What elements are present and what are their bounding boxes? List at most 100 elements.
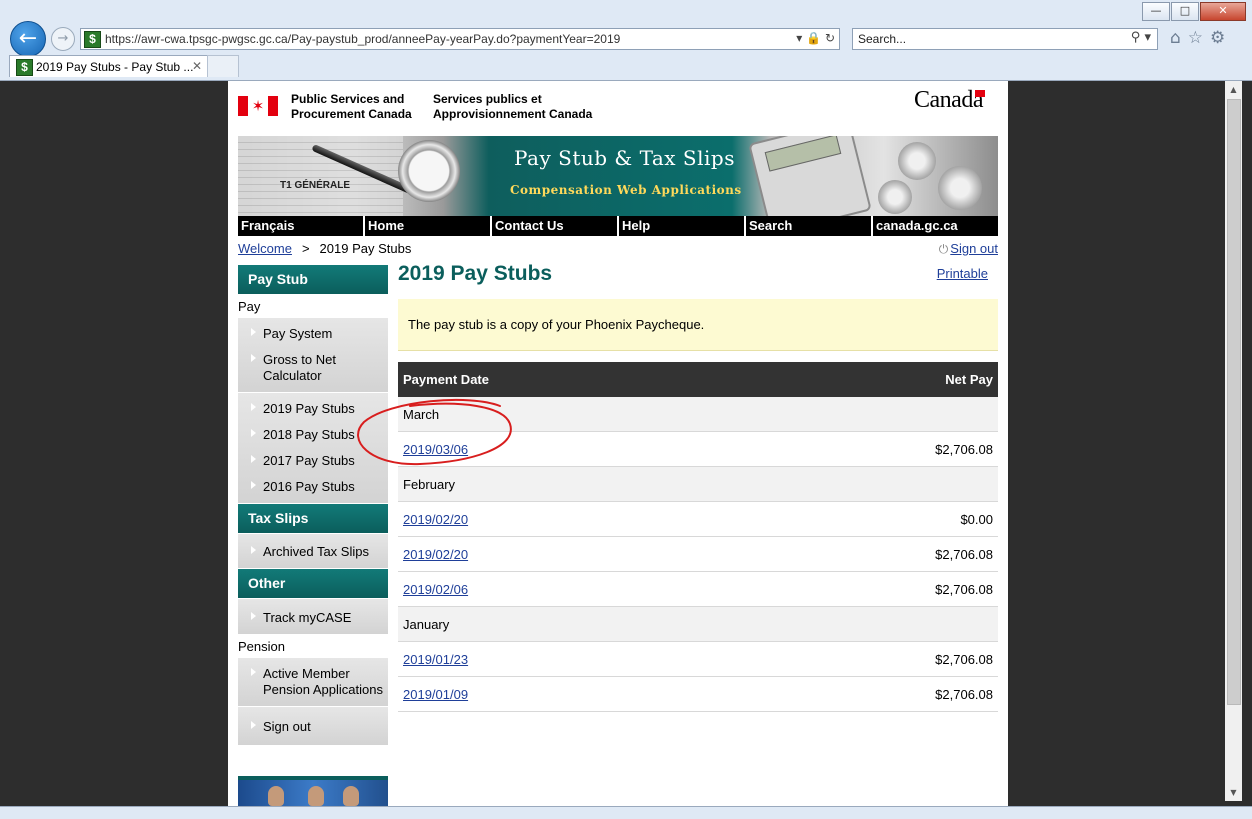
dollar-favicon-icon: $	[16, 59, 33, 76]
nav-group-tax-slips: Archived Tax Slips	[238, 534, 388, 569]
signout-link[interactable]: ⏻ Sign out	[939, 241, 998, 257]
window-controls: — □ ✕	[1141, 2, 1246, 21]
scrollbar-thumb[interactable]	[1227, 99, 1241, 705]
nav-link-2018-pay-stubs[interactable]: 2018 Pay Stubs	[238, 425, 388, 445]
banner-title: Pay Stub & Tax Slips	[514, 146, 735, 170]
arrow-icon	[251, 354, 256, 362]
calculator-image	[748, 136, 872, 216]
arrow-icon	[251, 455, 256, 463]
search-controls: ⚲ ▾	[1131, 30, 1151, 45]
pay-date-link[interactable]: 2019/01/09	[403, 687, 468, 702]
nav-link-gross-to-net[interactable]: Gross to Net Calculator	[238, 350, 388, 386]
dollar-favicon-icon: $	[84, 31, 101, 48]
back-arrow-icon: ←	[18, 26, 38, 51]
refresh-icon[interactable]: ↻	[825, 31, 835, 45]
column-header-net-pay: Net Pay	[749, 362, 998, 397]
search-input[interactable]	[858, 31, 1108, 46]
nav-canada-gc-ca[interactable]: canada.gc.ca	[873, 216, 998, 236]
banner-subtitle: Compensation Web Applications	[510, 183, 742, 197]
nav-group-other: Track myCASE	[238, 599, 388, 635]
nav-link-active-member-pension[interactable]: Active Member Pension Applications	[238, 664, 388, 700]
maximize-button[interactable]: □	[1171, 2, 1199, 21]
tab-title: 2019 Pay Stubs - Pay Stub ...	[36, 60, 194, 74]
breadcrumb-welcome-link[interactable]: Welcome	[238, 241, 292, 256]
column-header-payment-date: Payment Date	[398, 362, 750, 397]
close-button[interactable]: ✕	[1200, 2, 1246, 21]
forward-arrow-icon: →	[57, 31, 69, 46]
pay-date-link[interactable]: 2019/02/06	[403, 582, 468, 597]
arrow-icon	[251, 612, 256, 620]
net-pay-amount: $2,706.08	[749, 571, 998, 607]
pay-date-link[interactable]: 2019/02/20	[403, 512, 468, 527]
forward-button[interactable]: →	[51, 27, 75, 51]
toolbar-icons: ⌂☆⚙	[1170, 28, 1232, 48]
lock-icon[interactable]: 🔒	[806, 31, 821, 45]
arrow-icon	[251, 546, 256, 554]
nav-help[interactable]: Help	[619, 216, 746, 236]
scroll-up-icon[interactable]: ▲	[1225, 81, 1242, 98]
browser-tab-active[interactable]: $ 2019 Pay Stubs - Pay Stub ... ✕	[9, 55, 208, 77]
net-pay-amount: $2,706.08	[749, 536, 998, 572]
address-url[interactable]: https://awr-cwa.tpsgc-pwgsc.gc.ca/Pay-pa…	[105, 32, 620, 46]
home-icon[interactable]: ⌂	[1170, 28, 1188, 48]
scroll-down-icon[interactable]: ▼	[1225, 784, 1242, 801]
net-pay-amount: $0.00	[749, 501, 998, 537]
back-button[interactable]: ←	[10, 21, 46, 57]
search-icon[interactable]: ⚲	[1131, 30, 1141, 45]
nav-home[interactable]: Home	[365, 216, 492, 236]
arrow-icon	[251, 668, 256, 676]
canada-flag-icon: ✶	[238, 96, 278, 116]
nav-group-pay-stubs: 2019 Pay Stubs 2018 Pay Stubs 2017 Pay S…	[238, 393, 388, 504]
nav-search[interactable]: Search	[746, 216, 873, 236]
org-name-en: Public Services and Procurement Canada	[291, 92, 412, 121]
pay-date-link[interactable]: 2019/02/20	[403, 547, 468, 562]
star-icon[interactable]: ☆	[1188, 28, 1210, 48]
info-notice: The pay stub is a copy of your Phoenix P…	[398, 299, 998, 351]
breadcrumb-current: 2019 Pay Stubs	[319, 241, 412, 256]
nav-label-pension: Pension	[238, 635, 388, 658]
printable-link[interactable]: Printable	[937, 266, 988, 281]
nav-link-sign-out[interactable]: Sign out	[238, 717, 388, 737]
nav-link-2019-pay-stubs[interactable]: 2019 Pay Stubs	[238, 399, 388, 419]
nav-link-track-mycase[interactable]: Track myCASE	[238, 608, 388, 628]
nav-heading-tax-slips: Tax Slips	[238, 504, 388, 534]
month-row-march: March	[398, 397, 998, 432]
pay-date-link[interactable]: 2019/01/23	[403, 652, 468, 667]
notice-text: The pay stub is a copy of your Phoenix P…	[408, 317, 705, 332]
table-row: 2019/02/20 $2,706.08	[398, 536, 998, 572]
search-box[interactable]: ⚲ ▾	[852, 28, 1158, 50]
arrow-icon	[251, 429, 256, 437]
arrow-icon	[251, 721, 256, 729]
nav-link-2017-pay-stubs[interactable]: 2017 Pay Stubs	[238, 451, 388, 471]
nav-francais[interactable]: Français	[238, 216, 365, 236]
tab-close-icon[interactable]: ✕	[192, 59, 202, 73]
vertical-scrollbar[interactable]: ▲ ▼	[1225, 81, 1242, 801]
month-row-january: January	[398, 606, 998, 642]
month-row-february: February	[398, 466, 998, 502]
address-bar[interactable]: $ https://awr-cwa.tpsgc-pwgsc.gc.ca/Pay-…	[80, 28, 840, 50]
table-row: 2019/01/23 $2,706.08	[398, 641, 998, 677]
pay-stubs-table: Payment Date Net Pay March 2019/03/06 $2,…	[398, 362, 998, 712]
coin-image	[898, 142, 936, 180]
nav-heading-pay-stub: Pay Stub	[238, 265, 388, 295]
table-row: 2019/03/06 $2,706.08	[398, 431, 998, 467]
nav-link-pay-system[interactable]: Pay System	[238, 324, 388, 344]
gear-icon[interactable]: ⚙	[1210, 28, 1232, 48]
new-tab-button[interactable]	[207, 55, 239, 77]
page-title: 2019 Pay Stubs	[398, 262, 553, 285]
org-name-fr: Services publics et Approvisionnement Ca…	[433, 92, 593, 121]
nav-group-signout: Sign out	[238, 707, 388, 746]
search-dropdown-icon[interactable]: ▾	[1144, 30, 1151, 45]
nav-contact-us[interactable]: Contact Us	[492, 216, 619, 236]
net-pay-amount: $2,706.08	[749, 676, 998, 712]
top-navigation: Français Home Contact Us Help Search can…	[238, 216, 998, 236]
promo-photo[interactable]	[238, 776, 388, 807]
pay-date-link[interactable]: 2019/03/06	[403, 442, 468, 457]
nav-link-archived-tax-slips[interactable]: Archived Tax Slips	[238, 542, 388, 562]
nav-link-2016-pay-stubs[interactable]: 2016 Pay Stubs	[238, 477, 388, 497]
arrow-icon	[251, 328, 256, 336]
table-row: 2019/01/09 $2,706.08	[398, 676, 998, 712]
dropdown-arrow-icon[interactable]: ▾	[796, 31, 802, 45]
minimize-button[interactable]: —	[1142, 2, 1170, 21]
net-pay-amount: $2,706.08	[749, 641, 998, 677]
